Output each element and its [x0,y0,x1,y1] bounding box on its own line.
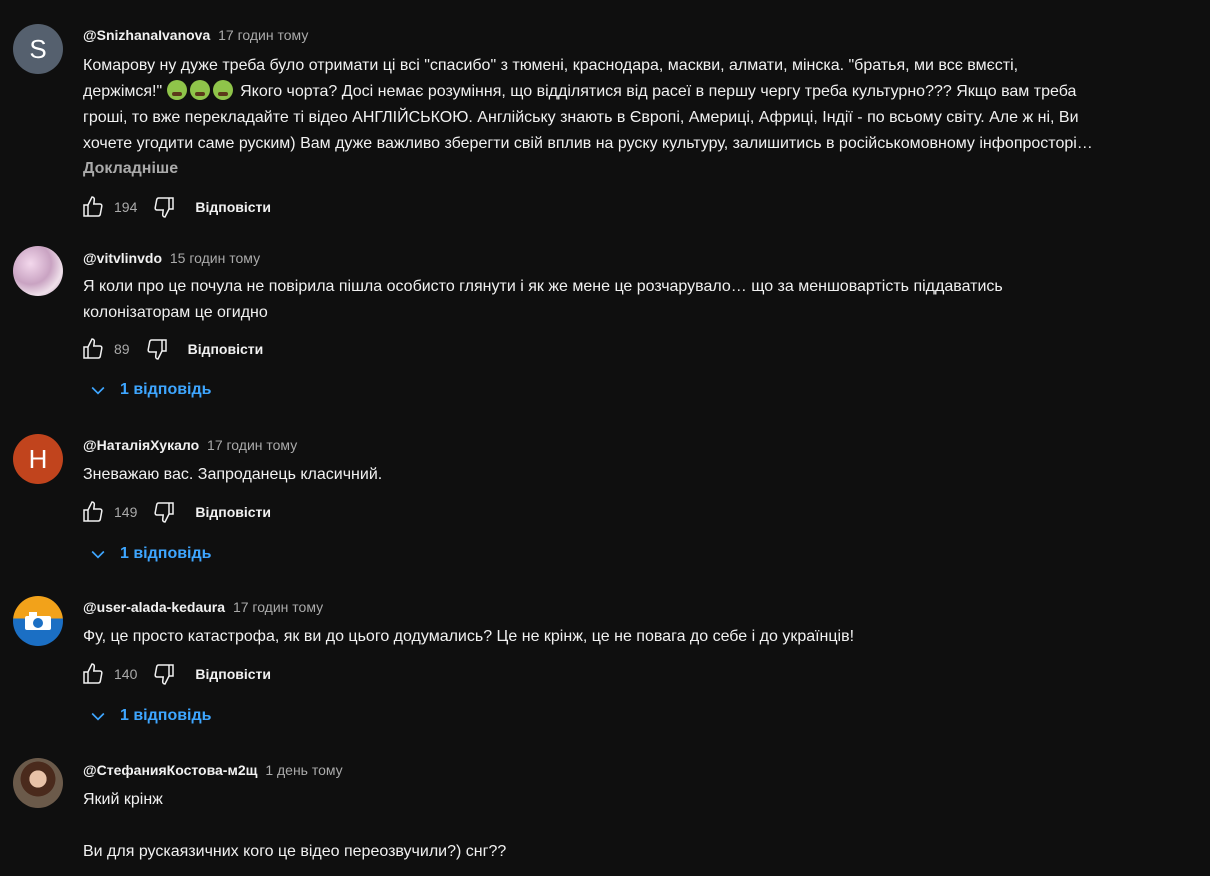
comment-header: @vitvlinvdo 15 годин тому [83,250,260,266]
reply-button[interactable]: Відповісти [195,504,271,520]
comment-line: Фу, це просто катастрофа, як ви до цього… [83,628,855,645]
dislike-button[interactable] [151,499,177,525]
avatar-letter: Н [28,443,48,474]
nauseated-face-emoji-icon [212,80,233,100]
comment-header: @НаталіяХукало 17 годин тому [83,437,297,453]
thumbs-up-icon [83,663,103,684]
comment-line: Ви для рускаязичних кого це відео переоз… [83,843,507,860]
comment-item: Н @НаталіяХукало 17 годин тому Зневажаю … [0,420,1210,582]
view-replies-button[interactable]: 1 відповідь [88,706,212,726]
like-button[interactable] [80,194,106,220]
author-name[interactable]: @user-alada-kedaura [83,599,225,615]
comment-header: @SnizhanaIvanova 17 годин тому [83,27,308,43]
comment-line: гроші, то вже перекладайте ті відео АНГЛ… [83,109,1079,126]
comment-line: колонізаторам це огидно [83,304,268,321]
comment-line: держімся!" Якого чорта? Досі немає розум… [83,79,1205,105]
author-name[interactable]: @vitvlinvdo [83,250,162,266]
comment-text: Фу, це просто катастрофа, як ви до цього… [83,624,1205,650]
thumbs-down-icon [147,339,167,360]
replies-label: 1 відповідь [120,707,212,724]
comment-item: @vitvlinvdo 15 годин тому Я коли про це … [0,230,1210,420]
comment-item: S @SnizhanaIvanova 17 годин тому Комаров… [0,0,1210,230]
like-count: 140 [114,666,138,682]
thumbs-down-icon [154,502,175,523]
comment-line: Комарову ну дуже треба було отримати ці … [83,57,1019,74]
comment-actions: 149 Відповісти [80,498,271,526]
camera-icon [25,612,51,630]
like-count: 89 [114,341,130,357]
comment-item: @user-alada-kedaura 17 годин тому Фу, це… [0,582,1210,744]
timestamp[interactable]: 17 годин тому [218,27,308,43]
author-name[interactable]: @НаталіяХукало [83,437,199,453]
thumbs-up-icon [83,338,103,359]
avatar[interactable]: Н [13,434,63,484]
thumbs-down-icon [154,664,175,685]
comment-text: Комарову ну дуже треба було отримати ці … [83,53,1205,157]
timestamp[interactable]: 17 годин тому [233,599,323,615]
nauseated-face-emoji-icon [166,80,187,100]
thumbs-up-icon [83,196,103,217]
avatar-letter: S [29,33,47,64]
comment-actions: 89 Відповісти [80,335,263,363]
comment-header: @СтефанияКостова-м2щ 1 день тому [83,762,343,778]
avatar[interactable] [13,246,63,296]
reply-button[interactable]: Відповісти [188,341,264,357]
like-button[interactable] [80,336,106,362]
view-replies-button[interactable]: 1 відповідь [88,380,212,400]
comment-line-rest: Якого чорта? Досі немає розуміння, що ві… [240,83,1077,100]
comment-text: Я коли про це почула не повірила пішла о… [83,274,1205,326]
author-name[interactable]: @СтефанияКостова-м2щ [83,762,257,778]
chevron-down-icon [91,386,105,395]
chevron-down-icon [91,550,105,559]
comment-line-prefix: держімся!" [83,83,163,100]
nauseated-face-emoji-icon [189,80,210,100]
comment-line: Я коли про це почула не повірила пішла о… [83,278,1003,295]
comment-line [83,813,1205,839]
like-button[interactable] [80,661,106,687]
timestamp[interactable]: 17 годин тому [207,437,297,453]
comment-actions: 140 Відповісти [80,660,271,688]
thumbs-up-icon [83,501,103,522]
chevron-down-icon [91,712,105,721]
comment-header: @user-alada-kedaura 17 годин тому [83,599,323,615]
author-name[interactable]: @SnizhanaIvanova [83,27,210,43]
replies-label: 1 відповідь [120,381,212,398]
timestamp[interactable]: 1 день тому [265,762,342,778]
avatar[interactable]: S [13,24,63,74]
comment-text: Зневажаю вас. Запроданець класичний. [83,462,1205,488]
dislike-button[interactable] [144,336,170,362]
like-count: 149 [114,504,138,520]
read-more-button[interactable]: Докладніше [83,160,178,178]
dislike-button[interactable] [151,194,177,220]
comment-line: Який крінж [83,791,163,808]
timestamp[interactable]: 15 годин тому [170,250,260,266]
reply-button[interactable]: Відповісти [195,199,271,215]
avatar[interactable] [13,758,63,808]
comment-actions: 194 Відповісти [80,193,271,221]
like-count: 194 [114,199,138,215]
comment-line: Зневажаю вас. Запроданець класичний. [83,466,383,483]
reply-button[interactable]: Відповісти [195,666,271,682]
view-replies-button[interactable]: 1 відповідь [88,544,212,564]
like-button[interactable] [80,499,106,525]
avatar[interactable] [13,596,63,646]
comment-line: хочете угодити саме руским) Вам дуже важ… [83,135,1093,152]
thumbs-down-icon [154,197,175,218]
dislike-button[interactable] [151,661,177,687]
comment-item: @СтефанияКостова-м2щ 1 день тому Який кр… [0,744,1210,876]
replies-label: 1 відповідь [120,545,212,562]
comment-text: Який крінж Ви для рускаязичних кого це в… [83,787,1205,865]
